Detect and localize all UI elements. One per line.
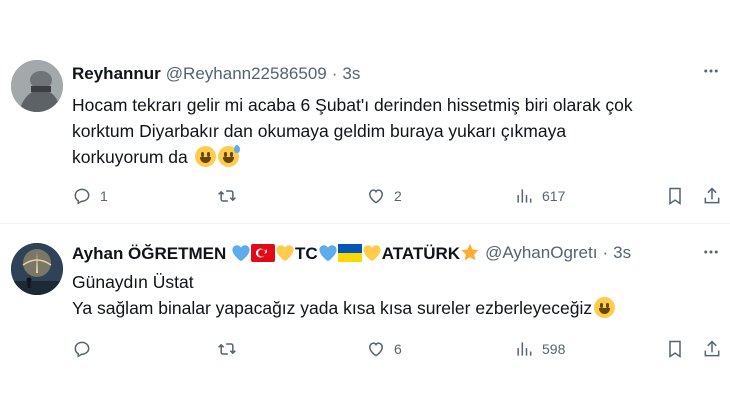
tweet-text-line: Ya sağlam binalar yapacağız yada kısa kı…	[72, 298, 593, 318]
reply-button[interactable]: 1	[72, 183, 108, 209]
blue-heart-emoji	[232, 244, 250, 261]
reply-count: 1	[100, 188, 108, 204]
reply-button[interactable]	[72, 336, 100, 362]
timestamp[interactable]: 3s	[613, 243, 631, 263]
grinning-emoji	[594, 297, 616, 318]
retweet-icon	[218, 343, 236, 355]
tweet-text-line-last: Ya sağlam binalar yapacağız yada kısa kı…	[72, 295, 712, 321]
share-icon	[704, 340, 720, 357]
tweet[interactable]: Ayhan ÖĞRETMEN TC ATATÜRK @AyhanOgretı · …	[0, 223, 730, 420]
blue-heart-emoji	[319, 244, 337, 261]
action-bar: 6 598	[72, 336, 730, 362]
avatar[interactable]	[11, 243, 63, 295]
reply-icon	[74, 341, 90, 358]
yellow-heart-emoji	[276, 244, 294, 261]
tweet-header: Reyhannur @Reyhann22586509 · 3s	[72, 62, 720, 86]
bookmark-button[interactable]	[665, 183, 685, 209]
timestamp[interactable]: 3s	[342, 64, 360, 84]
tweet-text-line-last: korkuyorum da	[72, 144, 712, 170]
grinning-emoji	[194, 146, 216, 167]
retweet-button[interactable]	[217, 336, 245, 362]
separator-dot: ·	[602, 243, 609, 262]
avatar[interactable]	[11, 60, 63, 112]
views-button[interactable]: 598	[514, 336, 565, 362]
tweet-text-line: Günaydın Üstat	[72, 272, 194, 292]
display-name-part: Ayhan ÖĞRETMEN	[72, 243, 227, 263]
share-button[interactable]	[702, 183, 722, 209]
display-name[interactable]: Reyhannur	[72, 64, 161, 84]
like-count: 2	[394, 188, 402, 204]
like-button[interactable]: 2	[366, 183, 402, 209]
sweat-smile-emoji	[217, 145, 240, 167]
views-icon	[517, 189, 532, 203]
retweet-button[interactable]	[217, 183, 245, 209]
like-button[interactable]: 6	[366, 336, 402, 362]
share-icon	[704, 187, 720, 204]
views-count: 598	[542, 341, 566, 357]
ukraine-flag-emoji	[337, 243, 362, 262]
tweet-text: Hocam tekrarı gelir mi acaba 6 Şubat'ı d…	[72, 92, 712, 170]
tweet-text-line: korkuyorum da	[72, 147, 188, 167]
like-icon	[368, 342, 384, 357]
display-name-part: ATATÜRK	[381, 243, 461, 263]
reply-icon	[74, 188, 90, 205]
user-handle[interactable]: @AyhanOgretı	[485, 243, 597, 263]
turkey-flag-emoji	[251, 243, 276, 262]
separator-dot: ·	[331, 64, 338, 83]
share-button[interactable]	[702, 336, 722, 362]
bookmark-icon	[669, 340, 681, 358]
user-handle[interactable]: @Reyhann22586509	[166, 64, 327, 84]
star-emoji	[461, 243, 479, 260]
more-icon[interactable]	[700, 60, 722, 82]
display-name-part: TC	[295, 243, 318, 263]
action-bar: 1 2 617	[72, 183, 730, 209]
tweet-text: Günaydın Üstat Ya sağlam binalar yapacağ…	[72, 269, 712, 321]
bookmark-button[interactable]	[665, 336, 685, 362]
like-count: 6	[394, 341, 402, 357]
bookmark-icon	[669, 187, 681, 205]
tweet[interactable]: Reyhannur @Reyhann22586509 · 3s Hocam te…	[0, 40, 730, 223]
views-count: 617	[542, 188, 566, 204]
tweet-text-line: korktum Diyarbakır dan okumaya geldim bu…	[72, 121, 567, 141]
like-icon	[368, 189, 384, 204]
display-name[interactable]: Ayhan ÖĞRETMEN TC ATATÜRK	[72, 243, 480, 264]
tweet-text-line: Hocam tekrarı gelir mi acaba 6 Şubat'ı d…	[72, 95, 633, 115]
views-button[interactable]: 617	[514, 183, 565, 209]
tweet-header: Ayhan ÖĞRETMEN TC ATATÜRK @AyhanOgretı · …	[72, 241, 720, 265]
views-icon	[517, 342, 532, 356]
retweet-icon	[218, 190, 236, 202]
more-icon[interactable]	[700, 241, 722, 263]
yellow-heart-emoji	[363, 244, 381, 261]
